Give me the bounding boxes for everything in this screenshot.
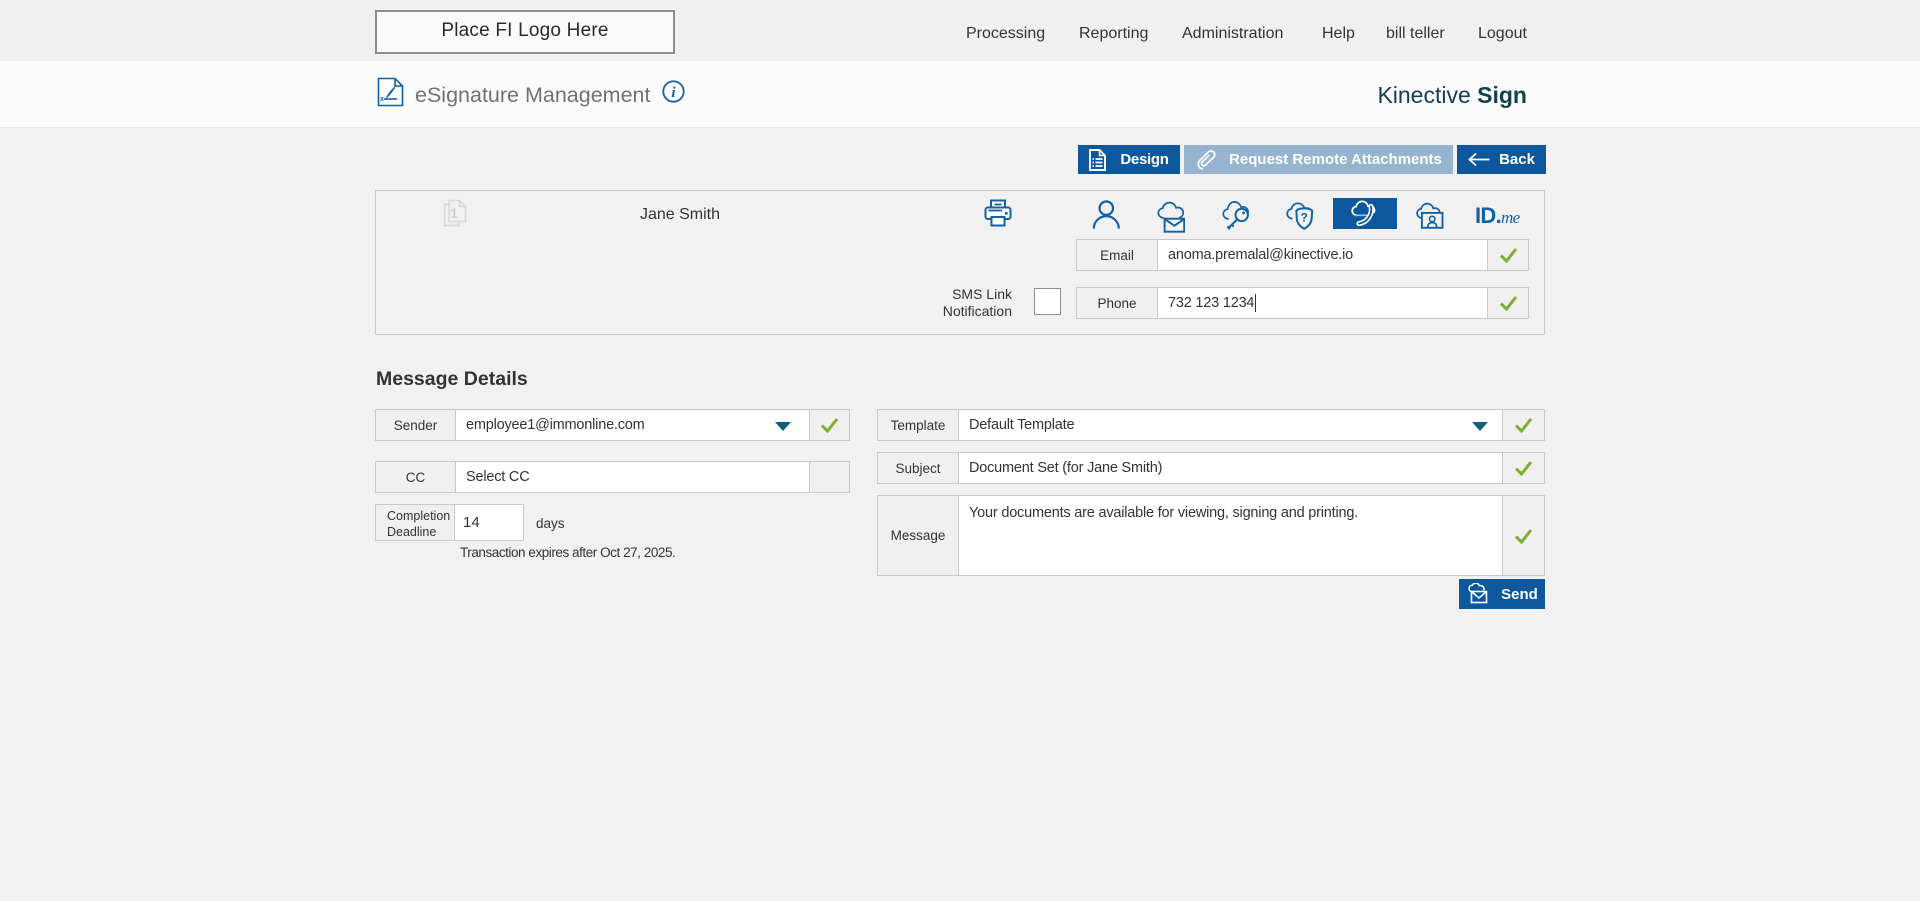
svg-text:i: i: [671, 85, 676, 101]
svg-text:1: 1: [450, 205, 458, 221]
svg-text:?: ?: [1301, 211, 1308, 225]
svg-text:x: x: [380, 96, 384, 103]
